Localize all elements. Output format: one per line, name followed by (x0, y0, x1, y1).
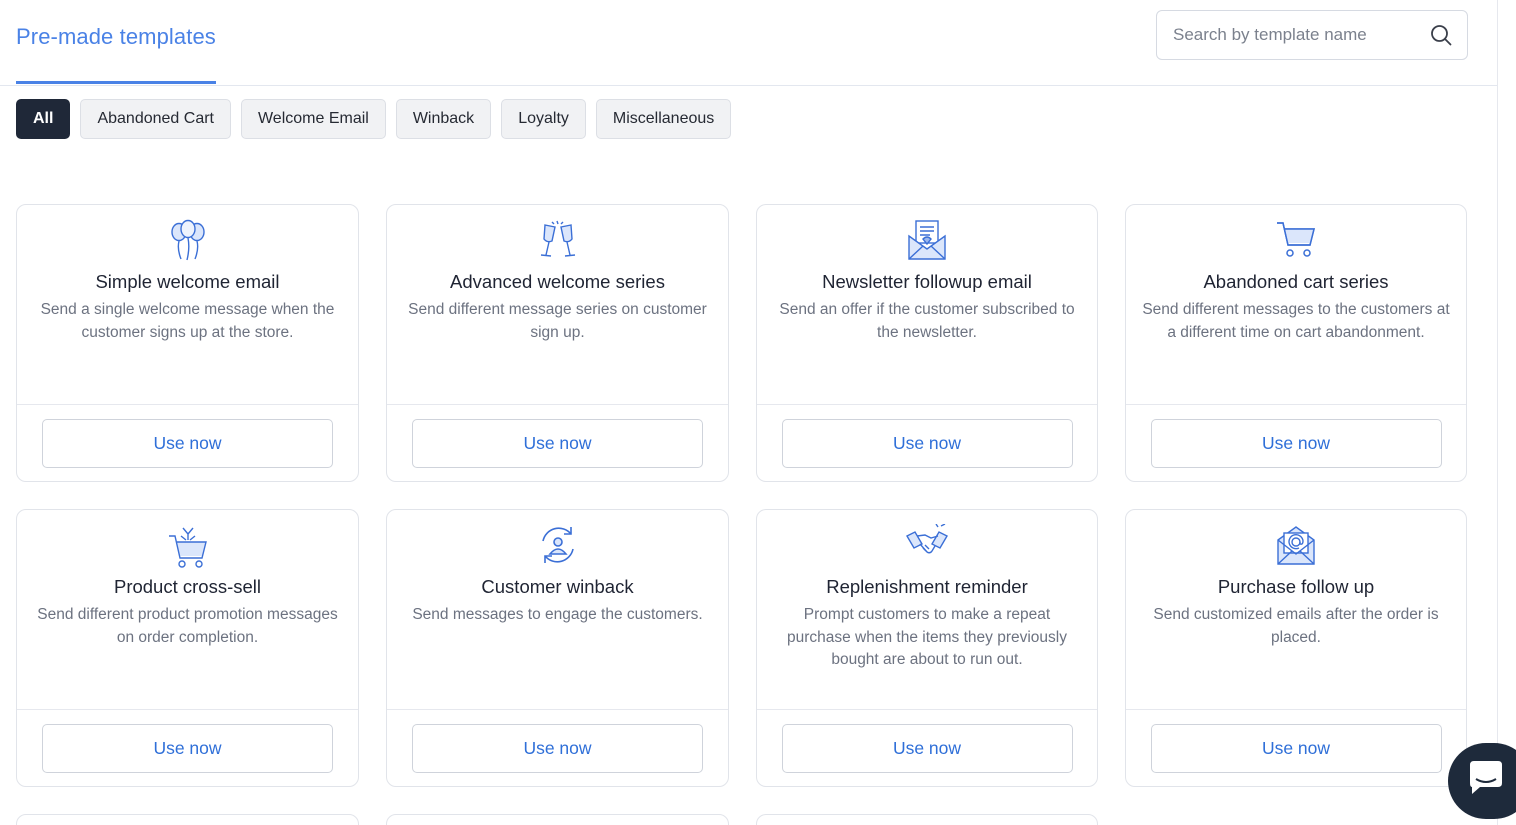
use-now-button[interactable]: Use now (781, 418, 1073, 468)
template-card-partial (16, 814, 359, 825)
template-title: Newsletter followup email (822, 271, 1032, 292)
newsletter-envelope-icon (906, 219, 948, 263)
chat-launcher-button[interactable] (1448, 743, 1516, 819)
shopping-cart-icon (1275, 219, 1317, 263)
chat-bubble-icon (1466, 759, 1506, 804)
template-title: Purchase follow up (1217, 576, 1375, 597)
handshake-icon (905, 523, 949, 568)
customer-refresh-icon (537, 524, 579, 568)
template-title: Simple welcome email (95, 271, 280, 292)
template-description: Send messages to engage the customers. (412, 606, 703, 623)
use-now-button[interactable]: Use now (412, 418, 703, 468)
use-now-button[interactable]: Use now (42, 723, 333, 773)
template-description: Send a single welcome message when the c… (40, 301, 335, 341)
search-icon[interactable] (1429, 23, 1453, 47)
template-title: Advanced welcome series (450, 271, 665, 292)
use-now-button[interactable]: Use now (412, 723, 703, 773)
template-description: Send different message series on custome… (408, 301, 707, 341)
tab-premade-templates[interactable]: Pre-made templates (16, 0, 216, 84)
filter-all[interactable]: All (16, 99, 71, 139)
champagne-glasses-icon (538, 219, 578, 263)
template-card-abandoned-cart: Abandoned cart series Send different mes… (1125, 204, 1467, 482)
category-filters: All Abandoned Cart Welcome Email Winback… (16, 99, 732, 139)
template-title: Customer winback (481, 576, 634, 597)
template-card-purchase-followup: Purchase follow up Send customized email… (1125, 509, 1467, 787)
page-title: Pre-made templates (16, 23, 216, 49)
template-description: Send different product promotion message… (37, 606, 338, 646)
templates-page: Pre-made templates All Abandoned Cart We… (0, 0, 1516, 825)
page-header: Pre-made templates (0, 0, 1497, 86)
panel-divider (1497, 0, 1498, 825)
filter-winback[interactable]: Winback (395, 99, 492, 139)
email-at-envelope-icon (1275, 524, 1317, 568)
template-card-newsletter-followup: Newsletter followup email Send an offer … (756, 204, 1098, 482)
filter-loyalty[interactable]: Loyalty (501, 99, 586, 139)
template-card-customer-winback: Customer winback Send messages to engage… (386, 509, 729, 787)
filter-miscellaneous[interactable]: Miscellaneous (595, 99, 732, 139)
template-title: Replenishment reminder (826, 576, 1028, 597)
template-card-replenishment: Replenishment reminder Prompt customers … (756, 509, 1098, 787)
template-card-simple-welcome: Simple welcome email Send a single welco… (16, 204, 359, 482)
template-description: Send customized emails after the order i… (1153, 606, 1439, 646)
template-description: Prompt customers to make a repeat purcha… (786, 606, 1067, 668)
filter-welcome-email[interactable]: Welcome Email (240, 99, 386, 139)
template-card-partial (386, 814, 729, 825)
use-now-button[interactable]: Use now (1150, 723, 1442, 773)
template-card-cross-sell: Product cross-sell Send different produc… (16, 509, 359, 787)
use-now-button[interactable]: Use now (1150, 418, 1442, 468)
template-title: Product cross-sell (113, 576, 261, 597)
template-grid: Simple welcome email Send a single welco… (16, 204, 1467, 825)
use-now-button[interactable]: Use now (781, 723, 1073, 773)
filter-abandoned-cart[interactable]: Abandoned Cart (80, 99, 231, 139)
search-input[interactable] (1173, 25, 1429, 45)
balloons-icon (168, 219, 208, 263)
template-card-partial (756, 814, 1098, 825)
template-card-advanced-welcome: Advanced welcome series Send different m… (386, 204, 729, 482)
template-description: Send an offer if the customer subscribed… (779, 301, 1075, 341)
template-title: Abandoned cart series (1203, 271, 1389, 292)
use-now-button[interactable]: Use now (42, 418, 333, 468)
template-description: Send different messages to the customers… (1142, 301, 1450, 341)
cart-cross-sell-icon (167, 524, 209, 568)
search-box (1156, 10, 1468, 60)
